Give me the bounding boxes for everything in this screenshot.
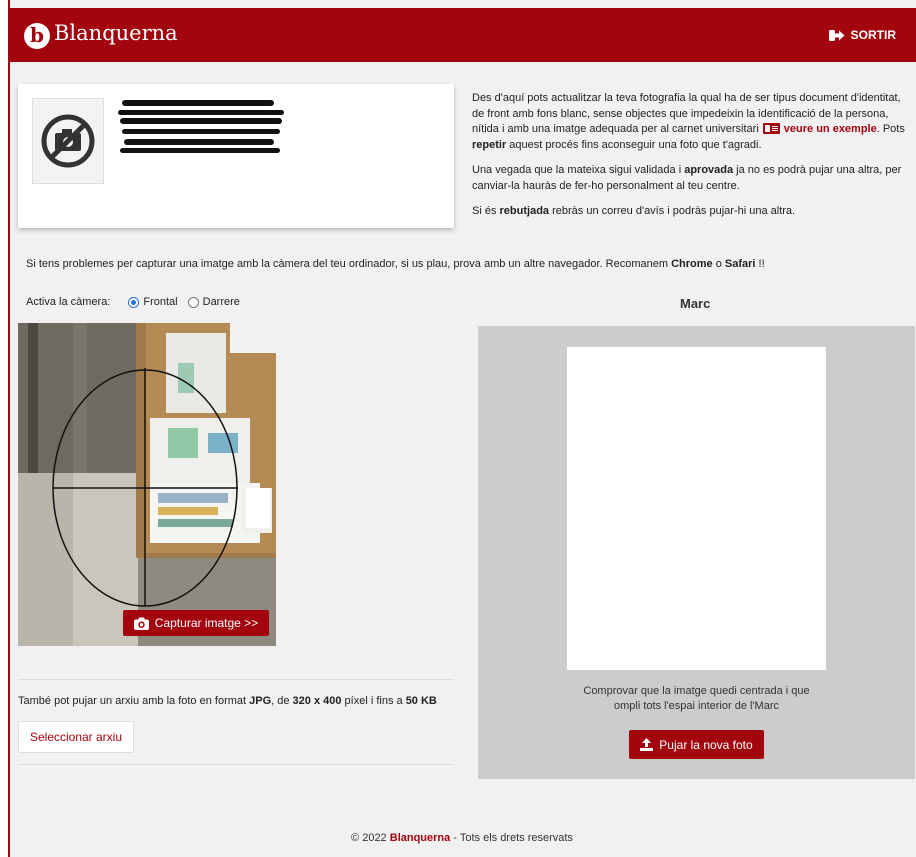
logout-icon (828, 29, 845, 41)
instructions-paragraph-3: Si és rebutjada rebràs un correu d'avís … (472, 205, 796, 217)
current-photo (32, 98, 104, 184)
browser-notice: Si tens problemes per capturar una imatg… (26, 258, 765, 270)
marc-title: Marc (680, 296, 711, 311)
top-header: b Blanquerna SORTIR (8, 8, 916, 62)
logout-label: SORTIR (850, 28, 896, 42)
divider-bottom (18, 764, 454, 765)
capture-image-button[interactable]: Capturar imatge >> (123, 610, 269, 636)
camera-preview: Capturar imatge >> (18, 323, 276, 646)
upload-photo-label: Pujar la nova foto (659, 737, 753, 752)
divider-top (18, 679, 454, 680)
upload-photo-button[interactable]: Pujar la nova foto (629, 730, 764, 759)
logout-button[interactable]: SORTIR (828, 28, 896, 42)
no-photo-icon (41, 114, 95, 168)
upload-icon (640, 738, 654, 751)
marc-caption: Comprovar que la imatge quedi centrada i… (583, 685, 810, 712)
profile-card (18, 84, 454, 228)
radio-frontal-label[interactable]: Frontal (143, 296, 177, 308)
instructions-paragraph-2: Una vegada que la mateixa sigui validada… (472, 164, 902, 192)
marc-frame (567, 347, 826, 670)
footer: © 2022 Blanquerna - Tots els drets reser… (351, 832, 573, 844)
brand-logo-text[interactable]: Blanquerna (54, 21, 178, 45)
instructions: Des d'aquí pots actualitzar la teva foto… (472, 91, 910, 230)
capture-image-label: Capturar imatge >> (154, 616, 259, 630)
radio-darrere-label[interactable]: Darrere (203, 296, 240, 308)
camera-label: Activa la càmera: (26, 296, 111, 308)
upload-instructions: També pot pujar un arxiu amb la foto en … (18, 695, 437, 707)
camera-selector: Activa la càmera: Frontal Darrere (26, 296, 240, 308)
example-link[interactable]: veure un exemple (784, 123, 877, 135)
instructions-paragraph-1: Des d'aquí pots actualitzar la teva foto… (472, 92, 905, 151)
marc-panel: Comprovar que la imatge quedi centrada i… (478, 326, 915, 779)
camera-icon (133, 617, 149, 630)
footer-brand-link[interactable]: Blanquerna (390, 832, 451, 844)
radio-darrere[interactable] (187, 296, 199, 308)
logo-icon: b (24, 23, 50, 49)
id-card-icon (762, 123, 780, 134)
select-file-button[interactable]: Seleccionar arxiu (18, 721, 134, 753)
camera-feed-image (18, 323, 276, 646)
radio-frontal[interactable] (128, 296, 140, 308)
